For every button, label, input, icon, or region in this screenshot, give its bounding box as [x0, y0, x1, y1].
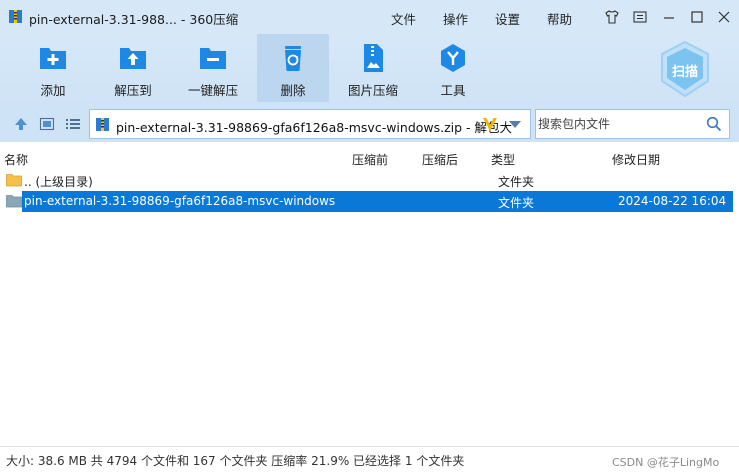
search-box — [535, 109, 730, 139]
extract-to-icon — [120, 48, 146, 69]
delete-button[interactable]: 删除 — [257, 34, 329, 102]
folder-icon — [6, 195, 22, 208]
tools-icon — [441, 44, 465, 72]
delete-label: 删除 — [280, 83, 306, 98]
minimize-icon — [664, 17, 674, 19]
message-icon — [633, 11, 647, 23]
status-bar: 大小: 38.6 MB 共 4794 个文件和 167 个文件夹 压缩率 21.… — [0, 446, 739, 473]
minimize-button[interactable] — [660, 8, 678, 26]
status-text: 大小: 38.6 MB 共 4794 个文件和 167 个文件夹 压缩率 21.… — [6, 454, 465, 468]
up-arrow-icon[interactable] — [13, 116, 29, 132]
file-list: .. (上级目录) 文件夹 pin-external-3.31-98869-gf… — [0, 169, 739, 444]
list-view-icon[interactable] — [65, 116, 81, 132]
extract-to-label: 解压到 — [114, 83, 152, 98]
menu-file[interactable]: 文件 — [391, 9, 416, 28]
menu-help[interactable]: 帮助 — [547, 9, 572, 28]
add-icon — [40, 48, 66, 69]
item-date: 2024-08-22 16:04 — [618, 194, 727, 208]
close-button[interactable] — [715, 8, 733, 26]
column-compressed-size[interactable]: 压缩后 — [422, 151, 458, 168]
maximize-icon — [691, 11, 703, 23]
tools-label: 工具 — [440, 83, 466, 98]
add-label: 添加 — [40, 83, 66, 98]
list-item[interactable]: .. (上级目录) 文件夹 — [0, 170, 733, 191]
list-header: 名称 压缩前 压缩后 类型 修改日期 — [0, 147, 739, 169]
image-compress-label: 图片压缩 — [347, 83, 398, 98]
list-item[interactable]: pin-external-3.31-98869-gfa6f126a8-msvc-… — [22, 191, 733, 212]
shirt-icon — [605, 10, 619, 24]
archive-path: pin-external-3.31-98869-gfa6f126a8-msvc-… — [116, 120, 513, 135]
search-input[interactable] — [537, 111, 697, 137]
one-click-extract-icon — [200, 48, 226, 69]
verified-v-icon — [483, 118, 497, 131]
chevron-down-icon[interactable] — [509, 121, 521, 129]
watermark: CSDN @花子LingMo — [612, 456, 720, 469]
app-zip-icon — [9, 10, 22, 23]
recycle-delete-icon — [285, 46, 301, 71]
address-row: pin-external-3.31-98869-gfa6f126a8-msvc-… — [0, 106, 739, 142]
thumbnail-view-icon[interactable] — [39, 116, 55, 132]
title-bar: pin-external-3.31-988... - 360压缩 文件 操作 设… — [0, 0, 739, 34]
image-compress-icon — [364, 44, 383, 72]
tools-button[interactable]: 工具 — [417, 34, 489, 102]
one-click-extract-button[interactable]: 一键解压 — [177, 34, 249, 102]
folder-icon — [6, 174, 22, 187]
close-icon — [718, 11, 730, 23]
app-window: pin-external-3.31-988... - 360压缩 文件 操作 设… — [0, 0, 739, 473]
column-name[interactable]: 名称 — [4, 151, 28, 168]
item-type: 文件夹 — [498, 175, 535, 189]
menu-settings[interactable]: 设置 — [495, 9, 520, 28]
main-toolbar: 添加 解压到 一键解压 删除 图片压缩 工具 扫描 — [0, 34, 739, 106]
item-name: .. (上级目录) — [24, 175, 93, 189]
extract-to-button[interactable]: 解压到 — [97, 34, 169, 102]
scan-button[interactable]: 扫描 — [657, 39, 713, 99]
window-title: pin-external-3.31-988... - 360压缩 — [29, 12, 239, 27]
skin-button[interactable] — [603, 8, 621, 26]
feedback-button[interactable] — [631, 8, 649, 26]
search-icon[interactable] — [706, 116, 722, 132]
image-compress-button[interactable]: 图片压缩 — [337, 34, 409, 102]
column-type[interactable]: 类型 — [491, 151, 515, 168]
scan-label: 扫描 — [671, 65, 698, 80]
add-button[interactable]: 添加 — [17, 34, 89, 102]
one-click-extract-label: 一键解压 — [187, 83, 238, 98]
menu-operate[interactable]: 操作 — [443, 9, 468, 28]
item-type: 文件夹 — [498, 196, 535, 210]
item-name: pin-external-3.31-98869-gfa6f126a8-msvc-… — [24, 194, 336, 208]
maximize-button[interactable] — [688, 8, 706, 26]
column-original-size[interactable]: 压缩前 — [352, 151, 388, 168]
path-bar[interactable]: pin-external-3.31-98869-gfa6f126a8-msvc-… — [89, 109, 531, 139]
zip-archive-icon — [96, 118, 109, 131]
column-modified-date[interactable]: 修改日期 — [612, 151, 660, 168]
